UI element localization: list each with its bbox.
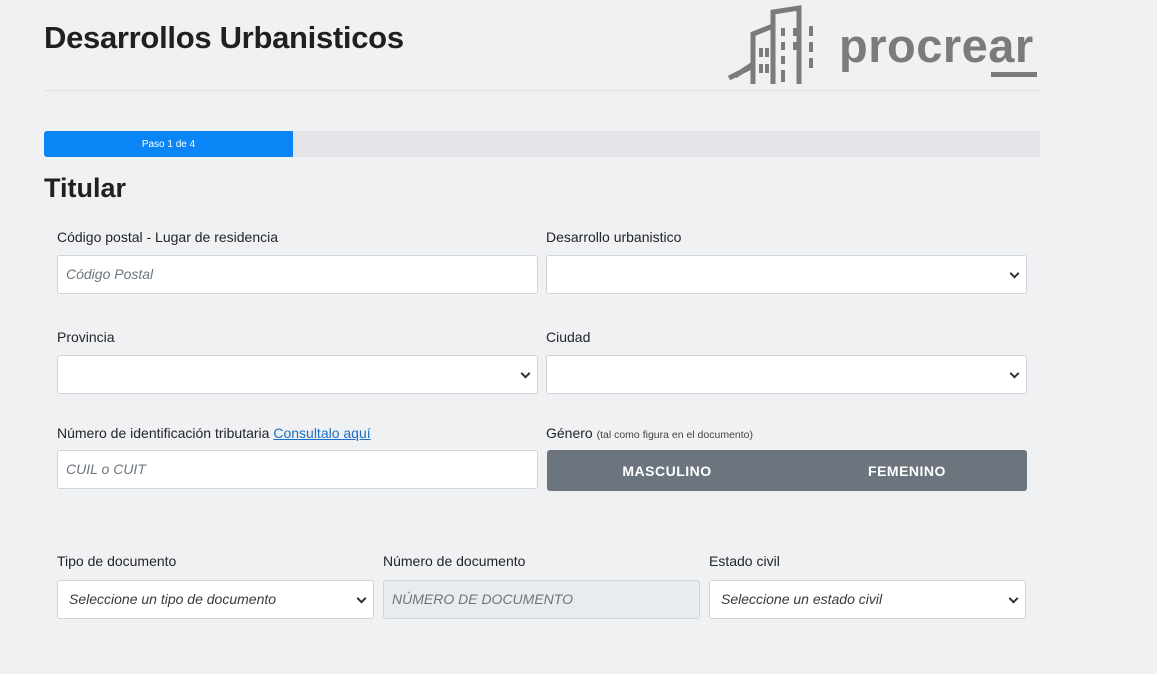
- civil-status-select-value: Seleccione un estado civil: [721, 591, 883, 607]
- gender-toggle-group: MASCULINO FEMENINO: [547, 450, 1027, 491]
- doc-number-label: Número de documento: [383, 553, 526, 569]
- doc-type-select-value: Seleccione un tipo de documento: [69, 591, 277, 607]
- gender-female-button[interactable]: FEMENINO: [787, 450, 1027, 491]
- postal-code-input[interactable]: Código Postal: [57, 255, 538, 294]
- buildings-logo-icon: [727, 5, 813, 84]
- chevron-down-icon: [1008, 593, 1019, 604]
- doc-number-input[interactable]: NÚMERO DE DOCUMENTO: [383, 580, 700, 619]
- gender-label: Género (tal como figura en el documento): [546, 425, 753, 441]
- header-divider: [44, 90, 1040, 91]
- progress-fill: Paso 1 de 4: [44, 131, 293, 157]
- page-title: Desarrollos Urbanisticos: [44, 20, 404, 55]
- section-title: Titular: [44, 173, 127, 203]
- chevron-down-icon: [356, 593, 367, 604]
- doc-type-label: Tipo de documento: [57, 553, 177, 569]
- city-select[interactable]: [546, 355, 1027, 394]
- logo-wordmark: procrear: [839, 19, 1034, 72]
- tax-id-help-link[interactable]: Consultalo aquí: [273, 425, 370, 441]
- doc-type-select[interactable]: Seleccione un tipo de documento: [57, 580, 374, 619]
- procrear-logo: procrear: [727, 4, 1042, 88]
- postal-code-label: Código postal - Lugar de residencia: [57, 229, 279, 245]
- city-label: Ciudad: [546, 329, 591, 345]
- gender-label-text: Género: [546, 425, 593, 441]
- gender-hint: (tal como figura en el documento): [596, 429, 754, 441]
- civil-status-label: Estado civil: [709, 553, 780, 569]
- gender-male-button[interactable]: MASCULINO: [547, 450, 787, 491]
- chevron-down-icon: [1009, 268, 1020, 279]
- development-select[interactable]: [546, 255, 1027, 294]
- development-label: Desarrollo urbanistico: [546, 229, 682, 245]
- chevron-down-icon: [520, 368, 531, 379]
- civil-status-select[interactable]: Seleccione un estado civil: [709, 580, 1026, 619]
- tax-id-label-text: Número de identificación tributaria: [57, 425, 270, 441]
- province-label: Provincia: [57, 329, 115, 345]
- tax-id-input[interactable]: CUIL o CUIT: [57, 450, 538, 489]
- progress-bar: Paso 1 de 4: [44, 131, 1040, 157]
- chevron-down-icon: [1009, 368, 1020, 379]
- province-select[interactable]: [57, 355, 538, 394]
- logo-underline: [991, 72, 1037, 77]
- tax-id-label: Número de identificación tributaria Cons…: [57, 425, 371, 441]
